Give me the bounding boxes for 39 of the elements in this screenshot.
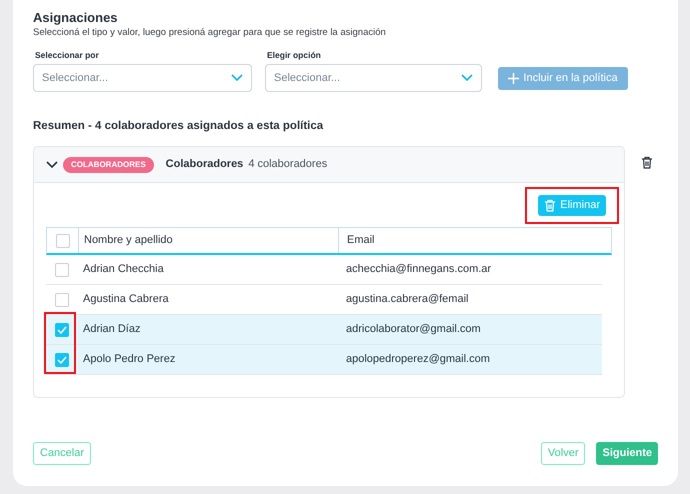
chevron-icon: [46, 160, 58, 168]
checkbox[interactable]: [55, 322, 69, 336]
table-row[interactable]: Apolo Pedro Perez apolopedroperez@gmail.com: [46, 345, 602, 375]
cancel-button[interactable]: Cancelar: [33, 442, 92, 465]
tag-badge: COLABORADORES: [63, 156, 154, 172]
chevron-down-icon: [461, 74, 473, 82]
column-header: Nombre y apellido: [79, 228, 339, 253]
column-header: Email: [346, 233, 376, 248]
table-cell-text: Adrian Díaz: [82, 322, 142, 338]
plus-icon: [508, 73, 520, 84]
select-field[interactable]: Seleccionar...: [33, 64, 252, 92]
summary-text: Resumen - 4 colaboradores asignados a esta política: [33, 119, 324, 133]
trash-icon: [641, 156, 653, 169]
table-cell-text: Adrian Checchia: [82, 262, 165, 278]
section-title: Asignaciones: [33, 10, 119, 26]
table-cell-text: Apolo Pedro Perez: [82, 352, 176, 368]
table-cell-text: agustina.cabrera@femail: [345, 292, 468, 308]
table-cell-text: Agustina Cabrera: [82, 292, 170, 308]
field-label: Seleccionar por: [35, 50, 100, 61]
group-title: Colaboradores: [166, 157, 244, 172]
checkbox[interactable]: [55, 292, 69, 306]
group-count: 4 colaboradores: [248, 157, 328, 172]
checkbox[interactable]: [56, 234, 70, 248]
table-cell-text: apolopedroperez@gmail.com: [345, 352, 490, 368]
section-subtitle: Seleccioná el tipo y valor, luego presioná agregar para que se registre la asignación: [33, 27, 387, 39]
highlight-frame: [44, 312, 76, 374]
next-button[interactable]: Siguiente: [596, 442, 658, 465]
table-row[interactable]: Adrian Díaz adricolaborator@gmail.com: [46, 315, 602, 345]
trash-icon: [544, 198, 556, 212]
checkbox[interactable]: [55, 352, 69, 366]
delete-button[interactable]: Eliminar: [538, 194, 606, 216]
field-label: Elegir opción: [267, 50, 322, 61]
select-field[interactable]: Seleccionar...: [265, 64, 482, 92]
back-button[interactable]: Volver: [540, 442, 586, 465]
group-header[interactable]: COLABORADORES Colaboradores 4 colaboradores: [34, 147, 624, 183]
table-cell-text: achecchia@finnegans.com.ar: [345, 262, 492, 278]
table-cell-text: adricolaborator@gmail.com: [345, 322, 481, 338]
checkbox[interactable]: [55, 262, 69, 276]
chevron-down-icon: [231, 74, 243, 82]
